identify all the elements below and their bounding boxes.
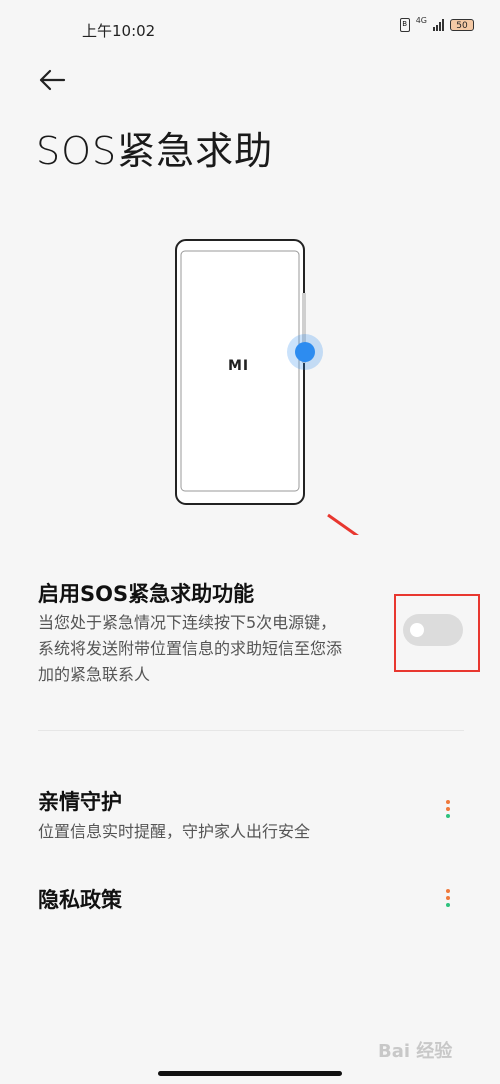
sim-icon: B <box>399 18 410 32</box>
family-guard-title: 亲情守护 <box>38 790 122 814</box>
sos-feature-description: 当您处于紧急情况下连续按下5次电源键， 系统将发送附带位置信息的求助短信至您添 … <box>38 613 343 684</box>
home-indicator[interactable] <box>158 1071 342 1076</box>
app-indicator-icon <box>446 800 450 818</box>
status-time: 上午10:02 <box>82 22 156 40</box>
back-arrow-icon <box>39 69 66 91</box>
settings-row-family-guard[interactable]: 亲情守护 位置信息实时提醒，守护家人出行安全 <box>0 780 500 842</box>
status-icons: B 4G 50 <box>399 15 474 32</box>
signal-icon <box>433 19 444 31</box>
sos-illustration: MI <box>0 205 500 568</box>
sos-toggle[interactable] <box>403 614 463 646</box>
network-type: 4G <box>415 15 427 25</box>
back-button[interactable] <box>34 62 70 98</box>
family-guard-subtitle: 位置信息实时提醒，守护家人出行安全 <box>38 822 311 841</box>
app-indicator-icon <box>446 889 450 907</box>
toggle-knob <box>410 623 424 637</box>
mi-logo: MI <box>228 358 250 374</box>
watermark: Bai 经验 <box>378 1041 453 1062</box>
phone-illustration <box>175 239 404 568</box>
settings-row-privacy-policy[interactable]: 隐私政策 <box>0 878 500 918</box>
page-title: SOS紧急求助 <box>36 129 274 173</box>
privacy-policy-title: 隐私政策 <box>38 888 122 912</box>
status-bar: 上午10:02 B 4G 50 <box>0 0 500 60</box>
divider <box>38 730 464 731</box>
sos-feature-title: 启用SOS紧急求助功能 <box>38 582 255 606</box>
battery-icon: 50 <box>450 19 474 31</box>
